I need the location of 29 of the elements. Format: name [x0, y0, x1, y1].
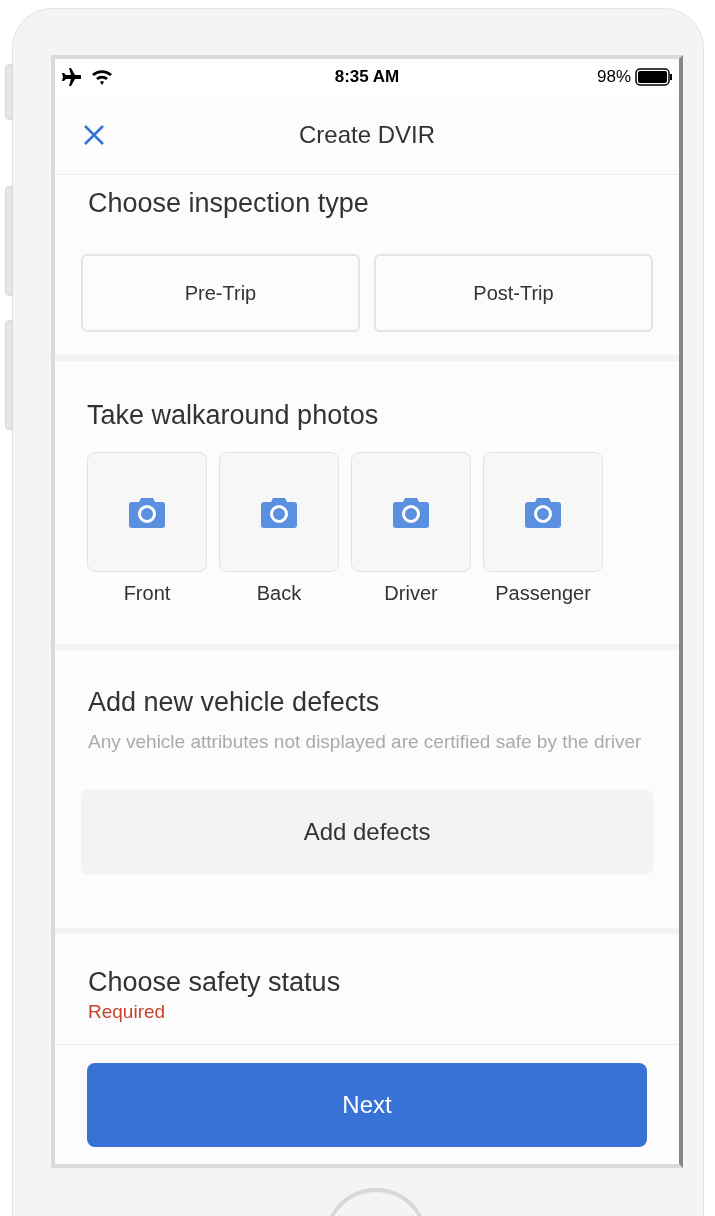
close-icon: [83, 123, 105, 146]
photo-tile[interactable]: [87, 451, 207, 572]
photo-label: Passenger: [495, 580, 591, 606]
required-label: Required: [88, 1000, 167, 1024]
battery-icon: [635, 68, 673, 86]
screen-title: Create DVIR: [299, 119, 435, 150]
section-title: Choose safety status: [88, 966, 342, 998]
camera-icon: [525, 495, 561, 528]
inspection-type-option[interactable]: Pre-Trip: [81, 253, 360, 332]
photo-label: Front: [123, 580, 171, 606]
status-time: 8:35 AM: [333, 66, 401, 89]
airplane-icon: [61, 68, 81, 86]
photo-tile[interactable]: [351, 451, 471, 572]
inspection-type-option[interactable]: Post-Trip: [374, 253, 653, 332]
camera-icon: [129, 495, 165, 528]
battery-percent: 98%: [596, 66, 631, 89]
section-title: Choose inspection type: [87, 187, 370, 220]
camera-icon: [261, 495, 297, 528]
camera-icon: [393, 495, 429, 528]
photo-label: Driver: [384, 580, 438, 606]
photo-tile[interactable]: [483, 451, 603, 572]
section-title: Add new vehicle defects: [87, 686, 381, 719]
photo-tile[interactable]: [219, 451, 339, 572]
wifi-icon: [91, 69, 113, 85]
add-defects-button[interactable]: Add defects: [81, 789, 653, 874]
section-description: Any vehicle attributes not displayed are certified safe by the driver: [87, 729, 643, 754]
photo-label: Back: [256, 580, 302, 606]
next-button[interactable]: Next: [87, 1063, 647, 1147]
section-title: Take walkaround photos: [87, 399, 380, 432]
